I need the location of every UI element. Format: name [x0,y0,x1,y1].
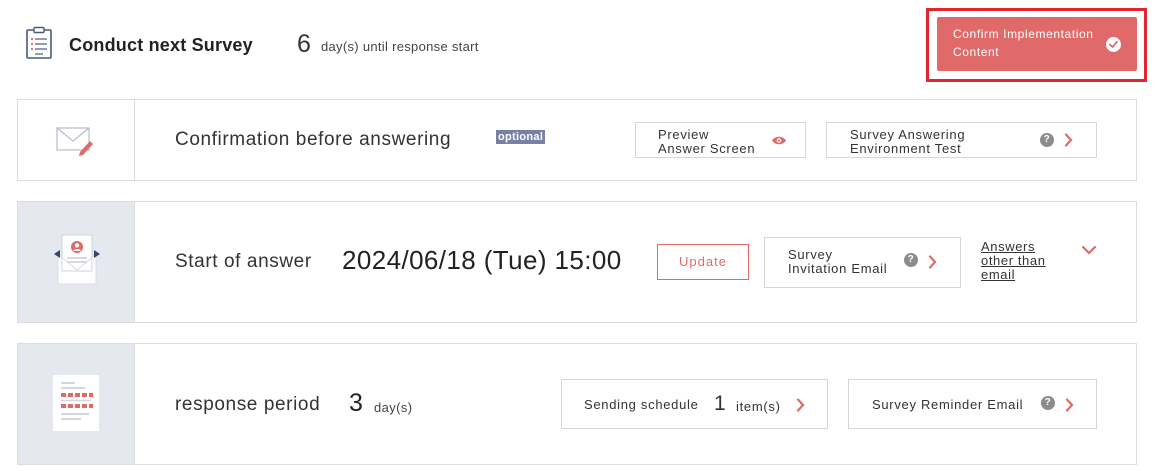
answers-line2: other than [981,253,1046,268]
confirmation-card: Confirmation before answering optional P… [17,99,1137,181]
sending-schedule-button[interactable]: Sending schedule 1 item(s) [561,379,828,429]
days-until-start-count: 6 [297,30,311,58]
help-icon[interactable]: ? [904,253,918,267]
period-title: response period [175,394,321,415]
start-side-panel [18,202,135,322]
reminder-label: Survey Reminder Email [872,397,1024,412]
survey-document-icon [24,26,54,60]
env-label-line1: Survey Answering [850,127,966,142]
optional-badge: optional [496,130,546,144]
check-circle-icon [1106,37,1121,52]
invitation-email-button[interactable]: Survey Invitation Email ? [764,237,961,288]
page-header: Conduct next Survey 6 day(s) until respo… [0,0,1156,95]
period-side-panel [18,344,135,464]
confirm-implementation-button[interactable]: Confirm Implementation Content [937,17,1137,71]
start-date: 2024/06/18 (Tue) 15:00 [342,245,622,275]
schedule-document-icon [53,375,99,436]
schedule-label: Sending schedule [584,397,699,412]
envelope-pen-icon [56,126,96,161]
period-days-count: 3 [349,389,363,417]
schedule-count: 1 [714,392,727,415]
help-icon[interactable]: ? [1040,133,1054,147]
answers-other-than-email-link[interactable]: Answers other than email [981,240,1046,282]
update-button[interactable]: Update [657,244,749,280]
confirmation-title: Confirmation before answering [175,129,452,150]
answers-line1: Answers [981,239,1036,254]
confirmation-side-panel [18,100,135,180]
chevron-right-icon [1064,133,1073,150]
reminder-email-button[interactable]: Survey Reminder Email ? [848,379,1097,429]
chevron-right-icon [1065,398,1074,415]
eye-icon [771,135,787,149]
start-title: Start of answer [175,251,312,272]
env-label-line2: Environment Test [850,141,962,156]
response-period-card: response period 3 day(s) Sending schedul… [17,343,1137,465]
preview-answer-screen-button[interactable]: Preview Answer Screen [635,122,806,158]
chevron-right-icon [796,398,805,415]
chevron-right-icon [928,255,937,272]
period-days-unit: day(s) [374,400,413,415]
email-invite-icon [54,232,100,291]
start-of-answer-card: Start of answer 2024/06/18 (Tue) 15:00 U… [17,201,1137,323]
schedule-unit: item(s) [736,399,781,414]
chevron-down-icon[interactable] [1081,242,1097,260]
days-until-start-text: day(s) until response start [321,39,479,54]
help-icon[interactable]: ? [1041,396,1055,410]
answers-line3: email [981,267,1016,282]
page-title: Conduct next Survey [69,35,253,55]
environment-test-button[interactable]: Survey Answering Environment Test ? [826,122,1097,158]
